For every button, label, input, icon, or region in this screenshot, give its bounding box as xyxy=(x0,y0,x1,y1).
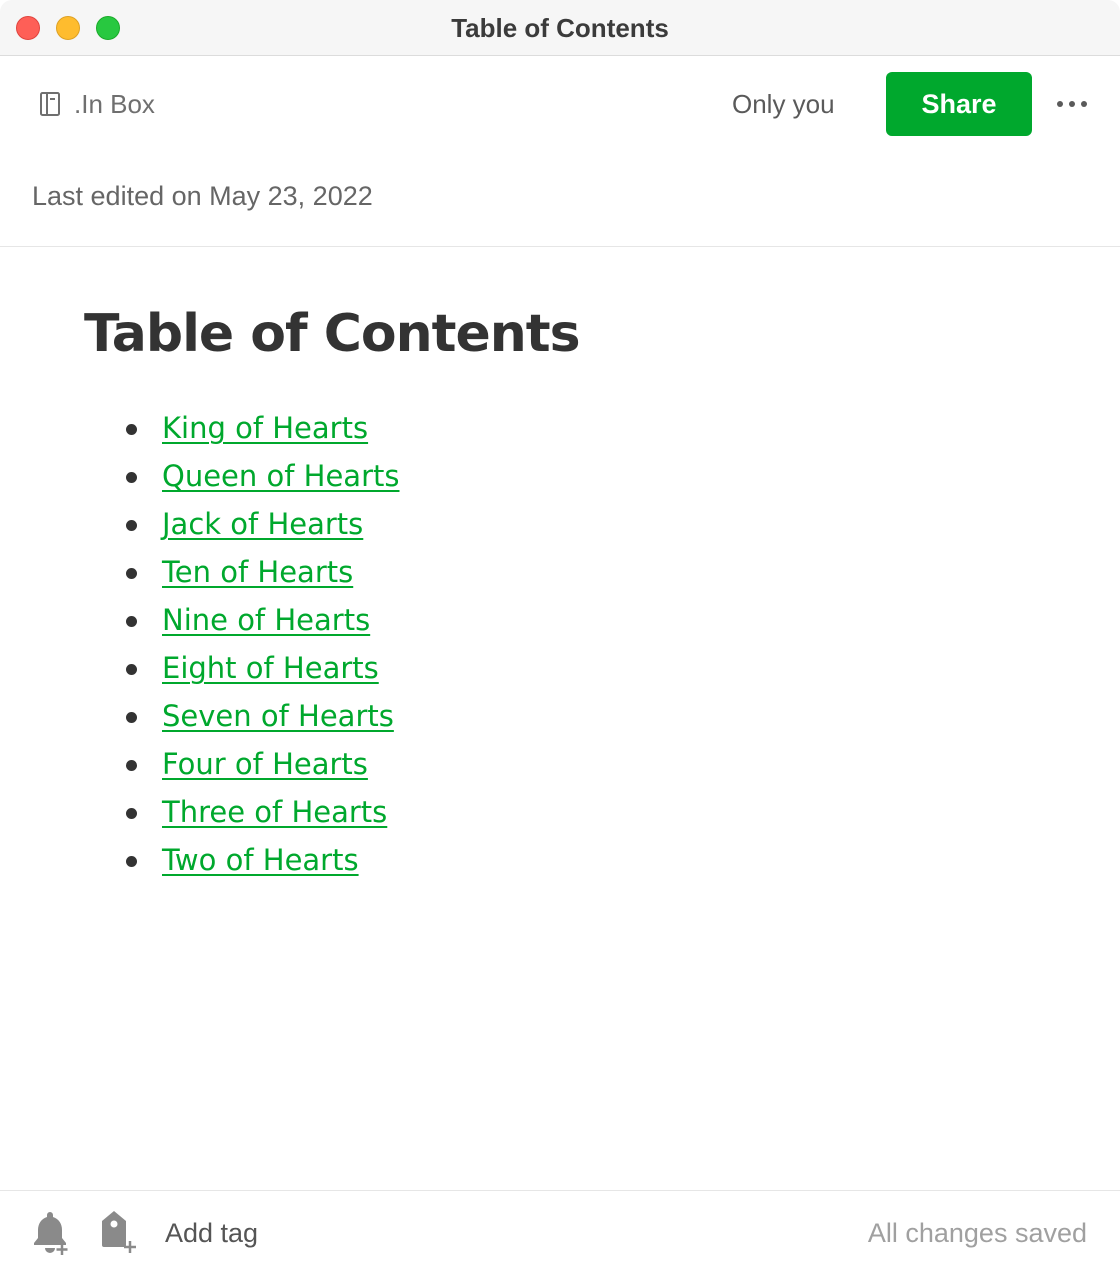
note-link[interactable]: Eight of Hearts xyxy=(162,651,379,685)
notebook-icon xyxy=(40,92,60,116)
save-status: All changes saved xyxy=(867,1218,1087,1248)
note-title[interactable]: Table of Contents xyxy=(84,298,581,370)
list-item: Nine of Hearts xyxy=(125,596,399,644)
more-horizontal-icon xyxy=(1057,101,1063,107)
list-item: Seven of Hearts xyxy=(125,692,399,740)
list-item: Ten of Hearts xyxy=(125,548,399,596)
notebook-name: .In Box xyxy=(74,88,155,119)
note-link[interactable]: Jack of Hearts xyxy=(162,507,363,541)
note-link[interactable]: Three of Hearts xyxy=(162,795,387,829)
add-tag-icon[interactable] xyxy=(98,1209,140,1255)
share-button[interactable]: Share xyxy=(886,72,1032,136)
note-link[interactable]: Four of Hearts xyxy=(162,747,368,781)
note-link[interactable]: Two of Hearts xyxy=(162,843,359,877)
list-item: Queen of Hearts xyxy=(125,452,399,500)
more-options-button[interactable] xyxy=(1050,88,1094,120)
list-item: Three of Hearts xyxy=(125,788,399,836)
header-divider xyxy=(0,246,1120,247)
list-item: Eight of Hearts xyxy=(125,644,399,692)
list-item: Four of Hearts xyxy=(125,740,399,788)
list-item: Jack of Hearts xyxy=(125,500,399,548)
add-tag-button[interactable]: Add tag xyxy=(165,1215,258,1251)
list-item: King of Hearts xyxy=(125,404,399,452)
note-link[interactable]: Queen of Hearts xyxy=(162,459,399,493)
title-bar[interactable]: Table of Contents xyxy=(0,0,1120,56)
note-link[interactable]: Ten of Hearts xyxy=(162,555,353,589)
list-item: Two of Hearts xyxy=(125,836,399,884)
sharing-status[interactable]: Only you xyxy=(732,86,835,122)
note-link[interactable]: King of Hearts xyxy=(162,411,368,445)
last-edited-timestamp: Last edited on May 23, 2022 xyxy=(32,181,373,211)
note-link[interactable]: Nine of Hearts xyxy=(162,603,370,637)
add-reminder-bell-icon[interactable] xyxy=(30,1211,72,1255)
more-horizontal-icon xyxy=(1081,101,1087,107)
notebook-selector[interactable]: .In Box xyxy=(38,86,155,122)
note-footer: Add tag All changes saved xyxy=(0,1191,1120,1272)
window-title: Table of Contents xyxy=(451,13,669,43)
table-of-contents-list: King of Hearts Queen of Hearts Jack of H… xyxy=(125,404,399,884)
more-horizontal-icon xyxy=(1069,101,1075,107)
note-link[interactable]: Seven of Hearts xyxy=(162,699,394,733)
note-window: Table of Contents .In Box Only you Share… xyxy=(0,0,1120,1272)
